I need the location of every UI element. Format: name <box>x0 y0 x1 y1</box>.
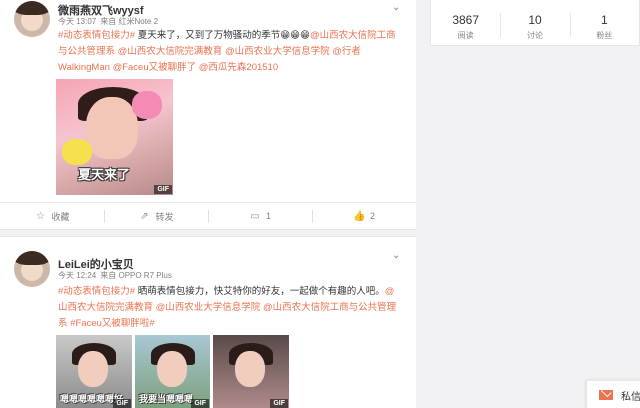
image-caption: 夏天来了 <box>78 167 131 182</box>
forward-label: 转发 <box>155 211 174 222</box>
hashtag-link[interactable]: #Faceu又被聊胖啦# <box>70 318 154 329</box>
post-image[interactable]: GIF <box>213 335 289 408</box>
weibo-post: LeiLei的小宝贝 今天 12:24 来自 OPPO R7 Plus ⌄ #动态… <box>0 236 416 408</box>
like-button[interactable]: 👍 2 <box>312 203 416 229</box>
stat-reads[interactable]: 3867 阅读 <box>431 0 500 45</box>
favorite-button[interactable]: ☆ 收藏 <box>0 203 104 229</box>
chevron-down-icon[interactable]: ⌄ <box>392 251 402 261</box>
hashtag-link[interactable]: #动态表情包接力# <box>58 30 135 41</box>
post-time[interactable]: 今天 13:07 <box>58 17 96 26</box>
post-meta: 今天 12:24 来自 OPPO R7 Plus <box>58 270 176 281</box>
like-count: 2 <box>369 211 375 221</box>
stat-label: 粉丝 <box>596 31 613 40</box>
mention-link[interactable]: @山西农业大学信息学院 <box>156 302 261 313</box>
chevron-down-icon[interactable]: ⌄ <box>392 3 402 13</box>
mention-link[interactable]: @山西农大信院完满教育 <box>118 46 223 57</box>
stat-label: 讨论 <box>526 31 543 40</box>
forward-icon: ⇗ <box>140 210 149 222</box>
avatar[interactable] <box>14 251 50 287</box>
thumbs-up-icon: 👍 <box>352 210 366 222</box>
post-source: 来自 OPPO R7 Plus <box>100 271 172 280</box>
stat-number: 1 <box>600 13 608 27</box>
gif-badge: GIF <box>270 399 288 408</box>
weibo-post: 微雨燕双飞wyysf 今天 13:07 来自 红米Note 2 ⌄ #动态表情包接… <box>0 0 416 230</box>
user-stats: 3867 阅读 10 讨论 1 粉丝 <box>430 0 640 46</box>
stat-fans[interactable]: 1 粉丝 <box>569 0 639 45</box>
stat-label: 阅读 <box>457 31 474 40</box>
stat-number: 10 <box>528 13 542 27</box>
hashtag-link[interactable]: #动态表情包接力# <box>58 286 135 297</box>
private-message-button[interactable]: 私信 <box>586 380 640 408</box>
stat-number: 3867 <box>452 13 480 27</box>
post-text-segment: 夏天来了，又到了万物骚动的季节😁😁😁 <box>135 30 310 41</box>
mention-link[interactable]: @Faceu又被聊胖了 <box>113 62 197 73</box>
avatar[interactable] <box>14 1 50 37</box>
post-time[interactable]: 今天 12:24 <box>58 271 96 280</box>
post-image[interactable]: 我要当嗯嗯嗯 GIF <box>135 335 210 408</box>
image-caption: 我要当嗯嗯嗯 <box>139 394 194 404</box>
post-source: 来自 红米Note 2 <box>100 17 159 26</box>
gif-badge: GIF <box>113 399 131 408</box>
post-text: #动态表情包接力# 夏天来了，又到了万物骚动的季节😁😁😁@山西农大信院工商与公共… <box>58 28 398 76</box>
mention-link[interactable]: @西瓜先森201510 <box>199 62 278 73</box>
gif-badge: GIF <box>191 399 209 408</box>
comment-button[interactable]: ▭ 1 <box>208 203 312 229</box>
post-image[interactable]: 嗯嗯嗯嗯嗯嗯好 GIF <box>56 335 132 408</box>
post-text: #动态表情包接力# 晒萌表情包接力，快艾特你的好友，一起做个有趣的人吧。 @山西农… <box>58 284 398 332</box>
post-actions: ☆ 收藏 ⇗ 转发 ▭ 1 👍 2 <box>0 202 416 229</box>
stat-discussions[interactable]: 10 讨论 <box>500 0 569 45</box>
favorite-label: 收藏 <box>51 211 70 222</box>
post-image[interactable]: 夏天来了 GIF <box>56 79 173 195</box>
mention-link[interactable]: @山西农业大学信息学院 <box>225 46 330 57</box>
gif-badge: GIF <box>154 185 172 194</box>
message-label: 私信 <box>621 391 640 403</box>
comment-count: 1 <box>265 211 271 221</box>
star-icon: ☆ <box>36 210 45 222</box>
post-meta: 今天 13:07 来自 红米Note 2 <box>58 16 162 27</box>
comment-icon: ▭ <box>250 210 260 222</box>
post-text-segment: 晒萌表情包接力，快艾特你的好友，一起做个有趣的人吧。 <box>135 286 385 297</box>
envelope-icon <box>599 390 613 400</box>
forward-button[interactable]: ⇗ 转发 <box>104 203 208 229</box>
